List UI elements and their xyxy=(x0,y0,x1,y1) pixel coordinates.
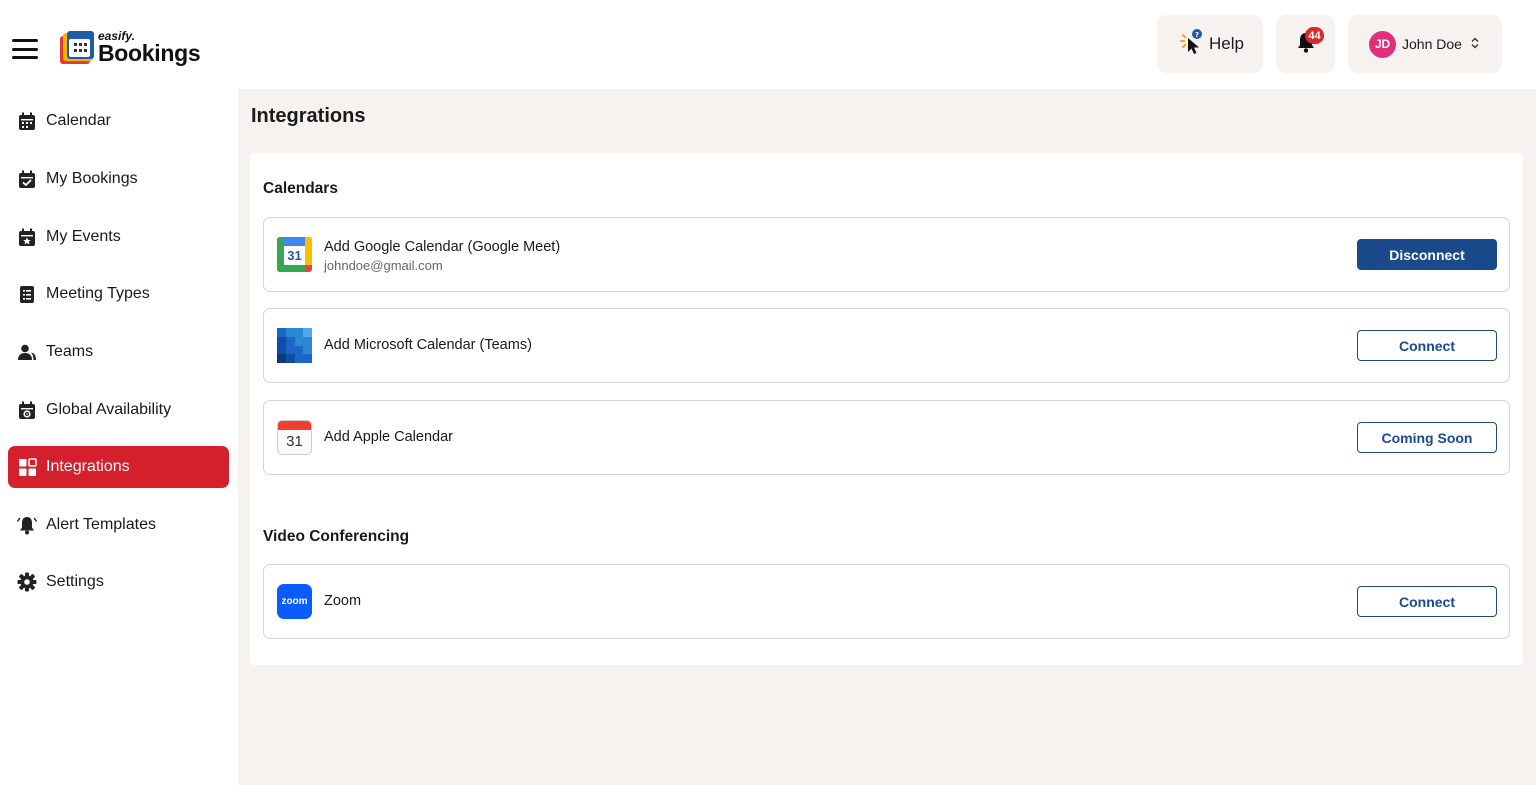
avatar: JD xyxy=(1369,30,1396,58)
sidebar-item-label: Meeting Types xyxy=(46,285,150,302)
zoom-icon: zoom xyxy=(277,584,312,619)
calendar-star-icon xyxy=(17,227,37,247)
coming-soon-apple-button[interactable]: Coming Soon xyxy=(1357,422,1497,453)
integration-card-microsoft-calendar: Add Microsoft Calendar (Teams) Connect xyxy=(263,308,1510,383)
notifications-button[interactable]: 44 xyxy=(1276,15,1335,73)
apple-calendar-icon: 31 xyxy=(277,420,312,455)
help-cursor-icon: ? xyxy=(1179,28,1203,60)
section-title-video-conferencing: Video Conferencing xyxy=(263,528,410,545)
sidebar-item-label: Global Availability xyxy=(46,401,172,418)
main-content: Integrations Calendars 31 Add Google Cal… xyxy=(238,89,1536,785)
integrations-panel: Calendars 31 Add Google Calendar (Google… xyxy=(250,153,1523,665)
integration-name: Add Google Calendar (Google Meet) xyxy=(324,239,561,255)
page-title: Integrations xyxy=(251,105,366,127)
sidebar-item-label: My Events xyxy=(46,228,121,245)
connect-microsoft-button[interactable]: Connect xyxy=(1357,330,1497,361)
google-calendar-icon: 31 xyxy=(277,237,312,272)
grid-icon xyxy=(17,457,37,477)
sidebar-item-alert-templates[interactable]: Alert Templates xyxy=(8,504,229,546)
integration-card-apple-calendar: 31 Add Apple Calendar Coming Soon xyxy=(263,400,1510,475)
user-menu-button[interactable]: JD John Doe xyxy=(1348,15,1502,73)
sidebar-item-calendar[interactable]: Calendar xyxy=(8,100,229,142)
integration-name: Add Apple Calendar xyxy=(324,429,453,445)
help-label: Help xyxy=(1209,34,1244,53)
app-logo[interactable]: easify. Bookings xyxy=(60,29,201,66)
sidebar-item-my-bookings[interactable]: My Bookings xyxy=(8,158,229,200)
users-icon xyxy=(17,342,37,362)
gear-icon xyxy=(17,572,37,592)
calendar-icon xyxy=(17,111,37,131)
disconnect-google-button[interactable]: Disconnect xyxy=(1357,239,1497,270)
section-title-calendars: Calendars xyxy=(263,180,338,197)
user-name: John Doe xyxy=(1402,36,1462,52)
logo-mark-icon xyxy=(60,29,94,65)
sidebar-item-integrations[interactable]: Integrations xyxy=(8,446,229,488)
sidebar-item-teams[interactable]: Teams xyxy=(8,331,229,373)
sidebar-item-my-events[interactable]: My Events xyxy=(8,216,229,258)
sidebar-item-label: My Bookings xyxy=(46,170,138,187)
logo-wordmark: Bookings xyxy=(98,39,201,66)
chevron-updown-icon xyxy=(1471,37,1479,52)
calendar-gear-icon xyxy=(17,400,37,420)
sidebar-item-label: Integrations xyxy=(46,458,130,475)
integration-card-google-calendar: 31 Add Google Calendar (Google Meet) joh… xyxy=(263,217,1510,292)
sidebar-item-settings[interactable]: Settings xyxy=(8,561,229,603)
sidebar-item-label: Alert Templates xyxy=(46,516,156,533)
sidebar-item-label: Teams xyxy=(46,343,94,360)
connect-zoom-button[interactable]: Connect xyxy=(1357,586,1497,617)
sidebar-item-meeting-types[interactable]: Meeting Types xyxy=(8,273,229,315)
help-button[interactable]: ? Help xyxy=(1157,15,1263,73)
bell-icon xyxy=(17,515,37,535)
sidebar-item-label: Calendar xyxy=(46,112,111,129)
sidebar-item-global-availability[interactable]: Global Availability xyxy=(8,389,229,431)
svg-text:?: ? xyxy=(1195,31,1199,39)
hamburger-menu-icon[interactable] xyxy=(12,39,38,59)
integration-card-zoom: zoom Zoom Connect xyxy=(263,564,1510,639)
sidebar-item-label: Settings xyxy=(46,573,104,590)
integration-name: Zoom xyxy=(324,593,362,609)
notification-count-badge: 44 xyxy=(1305,27,1324,44)
connected-account-email: johndoe@gmail.com xyxy=(324,258,443,273)
calendar-check-icon xyxy=(17,169,37,189)
microsoft-calendar-icon xyxy=(277,328,312,363)
integration-name: Add Microsoft Calendar (Teams) xyxy=(324,337,532,353)
list-icon xyxy=(17,284,37,304)
